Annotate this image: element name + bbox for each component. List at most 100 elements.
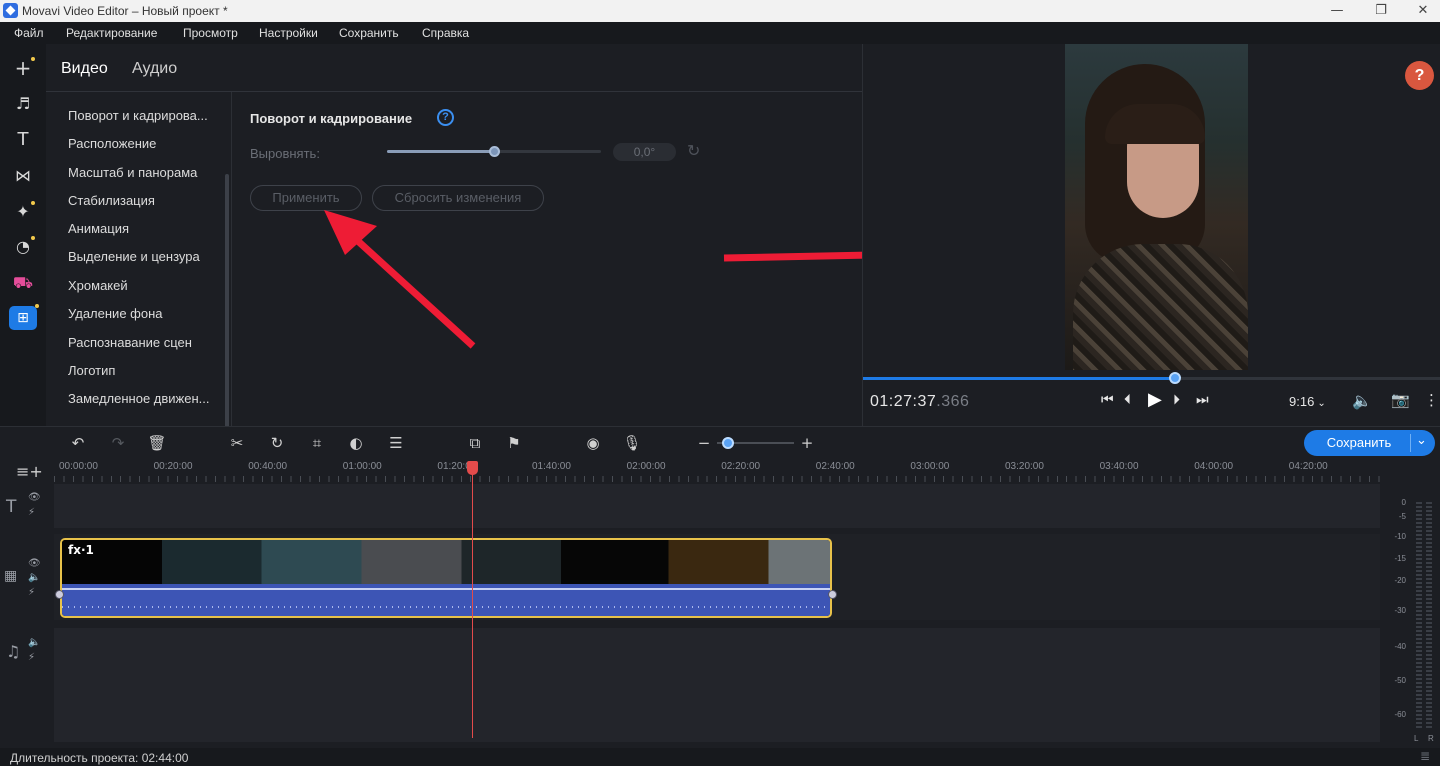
tool-item-scene-detection[interactable]: Распознавание сцен (68, 335, 192, 350)
straighten-slider-fill (387, 150, 494, 153)
menu-settings[interactable]: Настройки (259, 26, 318, 40)
straighten-slider[interactable] (387, 146, 601, 157)
tool-item-highlight-censor[interactable]: Выделение и цензура (68, 249, 200, 264)
music-icon[interactable]: ♬ (9, 90, 37, 118)
rotate-icon[interactable]: ↻ (266, 432, 288, 454)
delete-icon[interactable]: 🗑 (146, 432, 168, 454)
tab-video[interactable]: Видео (61, 60, 108, 78)
play-icon[interactable]: ▶ (1148, 389, 1162, 410)
vu-scale-label: -10 (1394, 532, 1406, 541)
portrait-fringe (1105, 104, 1205, 144)
stickers-icon[interactable]: ◔ (9, 233, 37, 261)
more-tools-icon[interactable]: ⊞ (9, 304, 39, 330)
apply-button[interactable]: Применить (250, 185, 362, 211)
video-track-mute-icon[interactable]: 🔈 (28, 572, 40, 583)
webcam-icon[interactable]: ◉ (582, 432, 604, 454)
snapshot-icon[interactable]: 📷 (1391, 391, 1410, 409)
help-icon[interactable]: ? (437, 109, 454, 126)
add-icon[interactable]: + (9, 54, 37, 82)
tool-item-rotate-crop[interactable]: Поворот и кадрирова... (68, 108, 208, 123)
title-track-visibility-icon[interactable]: 👁 (28, 492, 41, 503)
straighten-slider-handle[interactable] (489, 146, 500, 157)
ruler-label: 03:40:00 (1099, 461, 1139, 472)
preview-progress-bar[interactable] (863, 372, 1440, 384)
clip-properties-icon[interactable]: ☰ (385, 432, 407, 454)
timecode: 01:27:37.366 (870, 393, 969, 411)
cut-icon[interactable]: ✂ (226, 432, 248, 454)
tool-sidebar: + ♬ T ⋈ ✦ ◔ ⛟ ⊞ (0, 44, 46, 426)
vu-channel-right: R (1428, 734, 1434, 743)
zoom-slider[interactable] (717, 437, 794, 449)
add-track-icon[interactable]: ≡+ (16, 462, 43, 481)
marker-icon[interactable]: ⚑ (503, 432, 525, 454)
music-track[interactable] (54, 628, 1380, 742)
video-track-visibility-icon[interactable]: 👁 (28, 558, 41, 569)
reset-rotation-icon[interactable]: ↻ (687, 141, 700, 160)
save-button[interactable]: Сохранить ⌄ (1304, 430, 1435, 456)
text-icon[interactable]: T (9, 126, 37, 154)
straighten-value[interactable]: 0,0° (613, 143, 676, 161)
volume-keyframe-start[interactable] (55, 590, 64, 599)
tool-item-zoom-pan[interactable]: Масштаб и панорама (68, 165, 197, 180)
microphone-icon[interactable]: 🎙 (621, 432, 643, 454)
tool-item-slow-motion[interactable]: Замедленное движен... (68, 391, 210, 406)
menu-view[interactable]: Просмотр (183, 26, 238, 40)
ruler-label: 00:00:00 (59, 461, 98, 472)
tool-item-position[interactable]: Расположение (68, 136, 156, 151)
menu-save[interactable]: Сохранить (339, 26, 399, 40)
volume-icon[interactable]: 🔈 (1352, 391, 1372, 410)
time-ruler[interactable]: 00:00:00 00:20:00 00:40:00 01:00:00 01:20:00… (54, 458, 1380, 484)
preview-progress-handle[interactable] (1169, 372, 1182, 384)
effects-icon[interactable]: ✦ (9, 198, 37, 226)
tool-item-animation[interactable]: Анимация (68, 221, 129, 236)
menu-help[interactable]: Справка (422, 26, 469, 40)
maximize-button[interactable]: ❐ (1358, 0, 1404, 22)
menu-edit[interactable]: Редактирование (66, 26, 157, 40)
save-options-chevron-icon[interactable]: ⌄ (1416, 432, 1427, 448)
vu-scale-label: -30 (1394, 606, 1406, 615)
video-track-lock-icon[interactable]: ⚡ (28, 587, 35, 598)
color-adjust-icon[interactable]: ◐ (345, 432, 367, 454)
menu-file[interactable]: Файл (14, 26, 44, 40)
undo-icon[interactable]: ↶ (67, 432, 89, 454)
next-frame-icon[interactable]: ⏵ (1173, 392, 1180, 408)
zoom-in-icon[interactable]: + (796, 432, 818, 454)
clip-effects-badge: fx·1 (68, 543, 94, 557)
more-options-icon[interactable]: ⋮ (1424, 391, 1439, 409)
previous-frame-icon[interactable]: ⏴ (1124, 392, 1131, 408)
skip-to-end-icon[interactable]: ⏭ (1196, 392, 1209, 408)
volume-keyframe-end[interactable] (828, 590, 837, 599)
audio-volume-line[interactable] (62, 588, 830, 590)
ruler-ticks (54, 476, 1380, 482)
minimize-button[interactable]: — (1314, 0, 1360, 22)
zoom-out-icon[interactable]: − (693, 432, 715, 454)
tab-audio[interactable]: Аудио (132, 60, 177, 78)
tool-item-stabilization[interactable]: Стабилизация (68, 193, 155, 208)
ruler-label: 03:20:00 (1005, 461, 1044, 472)
title-track-lock-icon[interactable]: ⚡ (28, 507, 35, 518)
tool-list-scrollbar[interactable] (225, 174, 229, 429)
vu-scale-label: -50 (1394, 676, 1406, 685)
overlay-icon[interactable]: ⧉ (464, 432, 486, 454)
zoom-slider-handle[interactable] (722, 437, 734, 449)
tool-item-chroma-key[interactable]: Хромакей (68, 278, 128, 293)
title-track[interactable] (54, 484, 1380, 528)
vu-channel-left: L (1414, 734, 1419, 743)
crop-icon[interactable]: ⌗ (306, 432, 328, 454)
reset-changes-button[interactable]: Сбросить изменения (372, 185, 544, 211)
skip-to-start-icon[interactable]: ⏮ (1101, 392, 1114, 408)
redo-icon[interactable]: ↷ (107, 432, 129, 454)
store-icon[interactable]: ⛟ (9, 269, 37, 297)
resize-grip-icon[interactable]: ≣ (1420, 749, 1430, 763)
playhead-handle[interactable] (467, 461, 478, 475)
close-button[interactable]: ✕ (1400, 0, 1440, 22)
transitions-icon[interactable]: ⋈ (9, 162, 37, 190)
tool-item-logo[interactable]: Логотип (68, 363, 115, 378)
straighten-label: Выровнять: (250, 146, 320, 161)
tool-item-background-removal[interactable]: Удаление фона (68, 306, 163, 321)
aspect-ratio-select[interactable]: 9:16 ⌄ (1289, 394, 1326, 409)
video-clip[interactable]: fx·1 (60, 538, 832, 618)
music-track-lock-icon[interactable]: ⚡ (28, 652, 35, 663)
help-button[interactable]: ? (1405, 61, 1434, 90)
music-track-mute-icon[interactable]: 🔈 (28, 637, 40, 648)
